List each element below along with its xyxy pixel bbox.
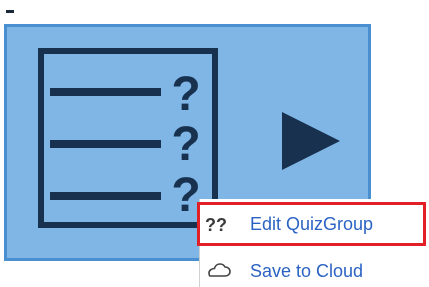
menu-item-edit-quizgroup[interactable]: ?? Edit QuizGroup [197,202,426,246]
play-icon[interactable] [278,108,344,174]
corner-mark [6,10,14,13]
menu-item-label: Edit QuizGroup [250,213,374,234]
svg-text:??: ?? [205,215,227,234]
menu-item-label: Save to Cloud [250,260,364,281]
svg-text:?: ? [171,118,200,171]
menu-item-save-to-cloud[interactable]: Save to Cloud [200,251,429,287]
context-menu: ?? Edit QuizGroup Save to Cloud [197,199,429,287]
question-pair-icon: ?? [200,214,236,234]
cloud-icon [200,262,236,280]
screen: ? ? ? ?? Edit QuizGroup Save to Cloud [0,0,429,287]
quiz-sheet-icon: ? ? ? [38,48,218,228]
svg-text:?: ? [171,68,200,121]
